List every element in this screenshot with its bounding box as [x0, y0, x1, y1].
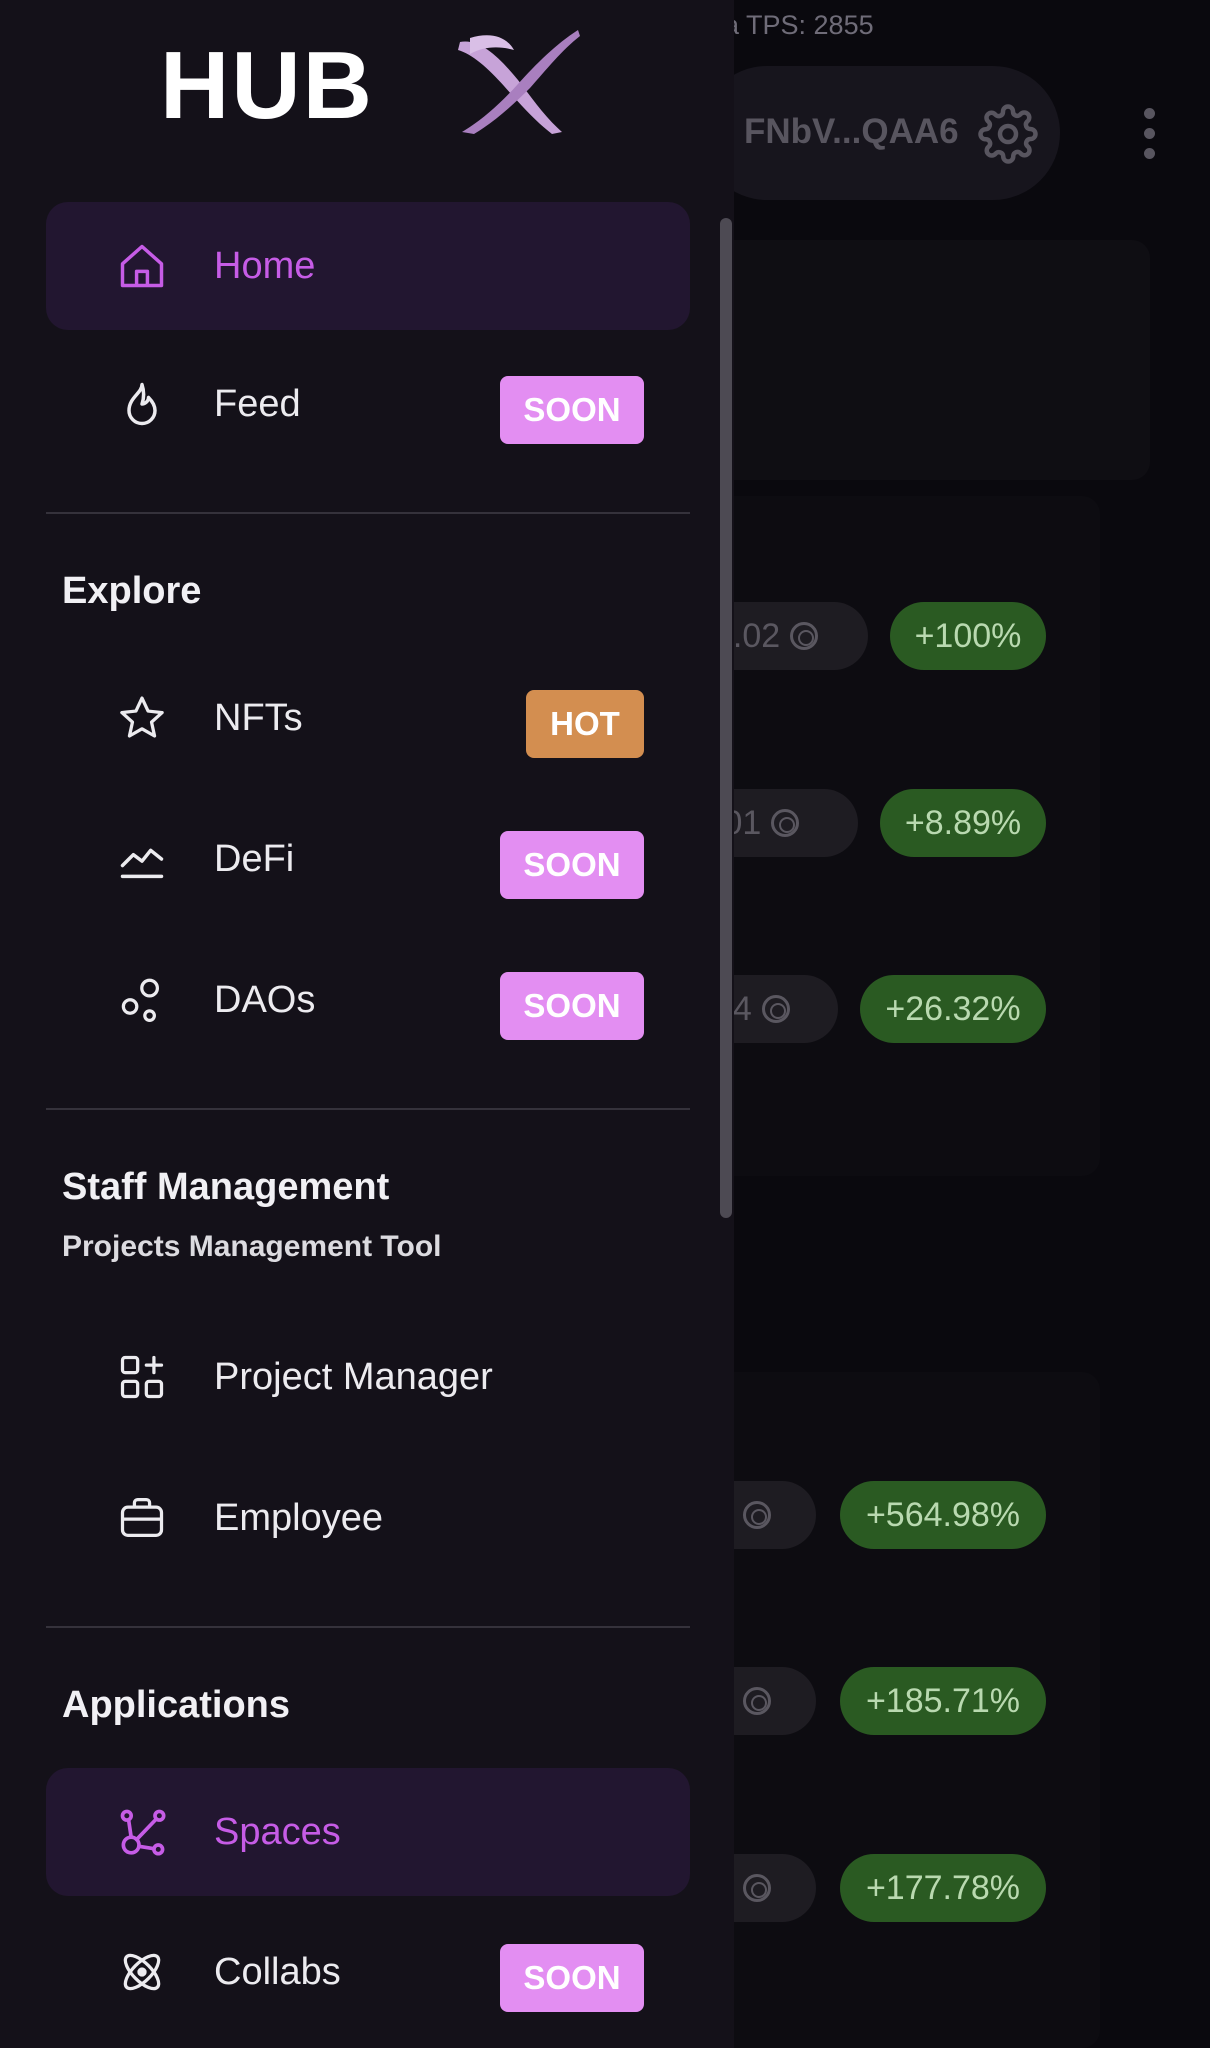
home-icon: [120, 244, 164, 288]
menu-item-nfts[interactable]: NFTs HOT: [46, 654, 690, 782]
drawer-scrollbar[interactable]: [720, 218, 732, 1218]
menu-label: NFTs: [214, 697, 303, 739]
hot-badge: HOT: [526, 690, 644, 758]
change-pill: +564.98%: [840, 1481, 1046, 1549]
gear-icon[interactable]: [978, 104, 1038, 164]
change-pill: +185.71%: [840, 1667, 1046, 1735]
hubx-logo[interactable]: HUB: [160, 28, 580, 138]
change-pill: +26.32%: [860, 975, 1046, 1043]
section-title-applications: Applications: [62, 1684, 291, 1726]
menu-label: Collabs: [214, 1951, 341, 1993]
grid-plus-icon: [120, 1355, 164, 1399]
wallet-address: FNbV...QAA6: [744, 112, 959, 151]
star-icon: [120, 696, 164, 738]
section-divider: [46, 512, 690, 514]
atom-icon: [123, 1953, 161, 1991]
coin-icon: [790, 622, 819, 650]
chart-icon: [120, 848, 164, 879]
navigation-drawer: HUB Home Feed SOON Explore NFTs HOT DeFi…: [0, 0, 734, 2048]
soon-badge: SOON: [500, 1944, 644, 2012]
network-icon: [120, 1809, 166, 1856]
logo-x-brush-icon: [458, 30, 580, 134]
menu-label: Project Manager: [214, 1356, 493, 1398]
change-pill: +100%: [890, 602, 1046, 670]
coin-icon: [742, 1687, 771, 1715]
menu-label: DAOs: [214, 979, 316, 1021]
coin-icon: [742, 1874, 771, 1902]
menu-item-daos[interactable]: DAOs SOON: [46, 936, 690, 1064]
menu-item-home[interactable]: Home: [46, 202, 690, 330]
menu-item-defi[interactable]: DeFi SOON: [46, 795, 690, 923]
section-divider: [46, 1108, 690, 1110]
section-subtitle-staff: Projects Management Tool: [62, 1230, 442, 1263]
menu-label: Home: [214, 245, 316, 287]
menu-label: Feed: [214, 383, 301, 425]
soon-badge: SOON: [500, 376, 644, 444]
section-title-staff: Staff Management: [62, 1166, 390, 1208]
coin-icon: [771, 809, 800, 837]
change-pill: +8.89%: [880, 789, 1046, 857]
menu-item-collabs[interactable]: Collabs SOON: [46, 1908, 690, 2036]
coin-icon: [742, 1501, 771, 1529]
menu-item-employee[interactable]: Employee: [46, 1454, 690, 1582]
soon-badge: SOON: [500, 972, 644, 1040]
menu-item-project-manager[interactable]: Project Manager: [46, 1313, 690, 1441]
tps-indicator: a TPS: 2855: [724, 10, 874, 40]
menu-label: DeFi: [214, 838, 295, 880]
menu-label: Employee: [214, 1497, 383, 1539]
menu-item-spaces[interactable]: Spaces: [46, 1768, 690, 1896]
flame-icon: [127, 382, 157, 426]
coin-icon: [761, 995, 790, 1023]
menu-item-feed[interactable]: Feed SOON: [46, 340, 690, 468]
more-options-icon[interactable]: [1142, 108, 1156, 160]
menu-label: Spaces: [214, 1811, 341, 1853]
content-card: [700, 240, 1150, 480]
section-divider: [46, 1626, 690, 1628]
logo-wordmark: HUB: [160, 32, 374, 139]
section-title-explore: Explore: [62, 570, 202, 612]
change-pill: +177.78%: [840, 1854, 1046, 1922]
briefcase-icon: [120, 1497, 164, 1537]
bubbles-icon: [121, 978, 160, 1022]
soon-badge: SOON: [500, 831, 644, 899]
